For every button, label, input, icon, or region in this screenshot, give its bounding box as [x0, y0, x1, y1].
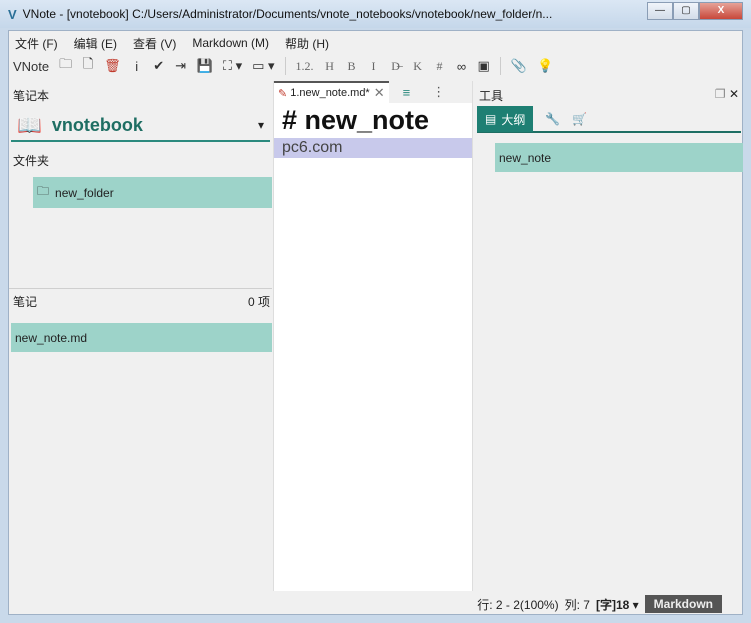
info-icon[interactable]: i [131, 59, 143, 74]
hash-icon[interactable]: # [434, 59, 446, 74]
editor-panel: ✎ 1.new_note.md* ✕ ≡ ⋮ # new_note pc6.co… [273, 81, 473, 591]
tab-label: 1.new_note.md* [290, 87, 370, 99]
book-icon: 📖 [17, 114, 42, 137]
menu-markdown[interactable]: Markdown (M) [192, 36, 269, 50]
menu-view[interactable]: 查看 (V) [133, 35, 176, 52]
font-size-dropdown[interactable]: [字]18 ▾ [596, 596, 639, 613]
outline-item[interactable]: new_note [495, 143, 743, 172]
toolbar-separator [499, 57, 501, 75]
tools-header: 工具 [479, 89, 504, 103]
wand-icon[interactable]: 🔧 [545, 112, 560, 126]
image-icon[interactable]: ▣ [478, 58, 490, 74]
close-button[interactable]: X [699, 2, 743, 20]
app-logo: V [8, 6, 17, 22]
outline-icon: ▤ [485, 112, 497, 126]
note-item[interactable]: new_note.md [11, 323, 272, 352]
status-bar: 行: 2 - 2(100%) 列: 7 [字]18 ▾ Markdown [9, 593, 742, 615]
bold-icon[interactable]: B [346, 59, 358, 74]
bulb-icon[interactable]: 💡 [537, 58, 553, 74]
notes-header: 笔记 0 项 [9, 293, 272, 310]
notebook-name: vnotebook [51, 114, 143, 135]
attachment-icon[interactable]: 📎 [511, 58, 527, 74]
tools-panel: 工具 ❐ ✕ ▤ 大纲 🔧 🛒 new_note [475, 81, 743, 591]
menu-bar: 文件 (F) 编辑 (E) 查看 (V) Markdown (M) 帮助 (H) [9, 33, 345, 53]
toolbar: VNote 🗀 🗋 🗑 i ✔ ⇥ 💾 ⛶ ▾ ▭ ▾ 1.2. H B I D̶ K # ∞ ▣ 📎 💡 [9, 54, 742, 78]
folder-icon: 🗀 [37, 184, 50, 198]
toolbar-label: VNote [13, 58, 50, 74]
close-panel-icon[interactable]: ✕ [729, 87, 739, 101]
delete-icon[interactable]: 🗑 [104, 58, 121, 74]
window-title: VNote - [vnotebook] C:/Users/Administrat… [22, 7, 553, 21]
strikethrough-icon[interactable]: D̶ [390, 59, 402, 74]
folders-header: 文件夹 [13, 154, 50, 168]
notes-count: 0 项 [247, 295, 270, 309]
notebook-selector[interactable]: 📖 vnotebook ▾ [11, 110, 270, 142]
menu-help[interactable]: 帮助 (H) [285, 35, 329, 52]
left-panel: 笔记本 📖 vnotebook ▾ 文件夹 🗀 new_folder 笔记 0 … [9, 81, 272, 591]
minimize-button[interactable]: — [647, 2, 673, 20]
italic-icon[interactable]: I [368, 59, 380, 74]
main-window: 文件 (F) 编辑 (E) 查看 (V) Markdown (M) 帮助 (H)… [8, 30, 743, 615]
float-icon[interactable]: ❐ [715, 87, 726, 101]
menu-file[interactable]: 文件 (F) [15, 35, 58, 52]
status-line: 行: 2 - 2(100%) [477, 597, 559, 612]
folder-label: new_folder [55, 185, 114, 200]
toolbar-separator [284, 57, 286, 75]
notebook-header: 笔记本 [13, 89, 50, 103]
menu-edit[interactable]: 编辑 (E) [74, 35, 117, 52]
heading-line: # new_note [282, 105, 430, 135]
folder-item[interactable]: 🗀 new_folder [33, 177, 272, 208]
more-icon[interactable]: ⋮ [432, 84, 445, 100]
code-icon[interactable]: K [412, 59, 424, 74]
numbered-list-icon[interactable]: 1.2. [296, 59, 314, 74]
chevron-down-icon: ▾ [257, 118, 264, 132]
tab-outline[interactable]: ▤ 大纲 [477, 106, 534, 132]
divider [9, 288, 272, 289]
close-tab-icon[interactable]: ✕ [374, 85, 385, 101]
pencil-icon: ✎ [278, 87, 288, 100]
heading-icon[interactable]: H [324, 59, 336, 74]
save-icon[interactable]: 💾 [197, 58, 213, 74]
list-icon[interactable]: ≡ [403, 85, 411, 100]
check-icon[interactable]: ✔ [153, 58, 165, 74]
folder-icon[interactable]: 🗀 [59, 55, 72, 77]
import-icon[interactable]: ⇥ [175, 58, 187, 74]
editor-content[interactable]: # new_note pc6.com [274, 103, 472, 158]
expand-icon[interactable]: ⛶ ▾ [223, 58, 242, 74]
display-icon[interactable]: ▭ ▾ [252, 58, 274, 74]
mode-badge[interactable]: Markdown [644, 595, 722, 613]
title-bar: V VNote - [vnotebook] C:/Users/Administr… [0, 0, 751, 28]
status-col: 列: 7 [564, 597, 590, 612]
notes-title: 笔记 [13, 295, 38, 309]
maximize-button[interactable]: ▢ [673, 2, 699, 20]
link-icon[interactable]: ∞ [456, 59, 468, 74]
tab-note[interactable]: ✎ 1.new_note.md* ✕ [274, 81, 389, 103]
cart-icon[interactable]: 🛒 [572, 112, 587, 126]
current-line: pc6.com [274, 138, 472, 158]
tab-outline-label: 大纲 [501, 112, 526, 127]
new-note-icon[interactable]: 🗋 [82, 55, 94, 77]
